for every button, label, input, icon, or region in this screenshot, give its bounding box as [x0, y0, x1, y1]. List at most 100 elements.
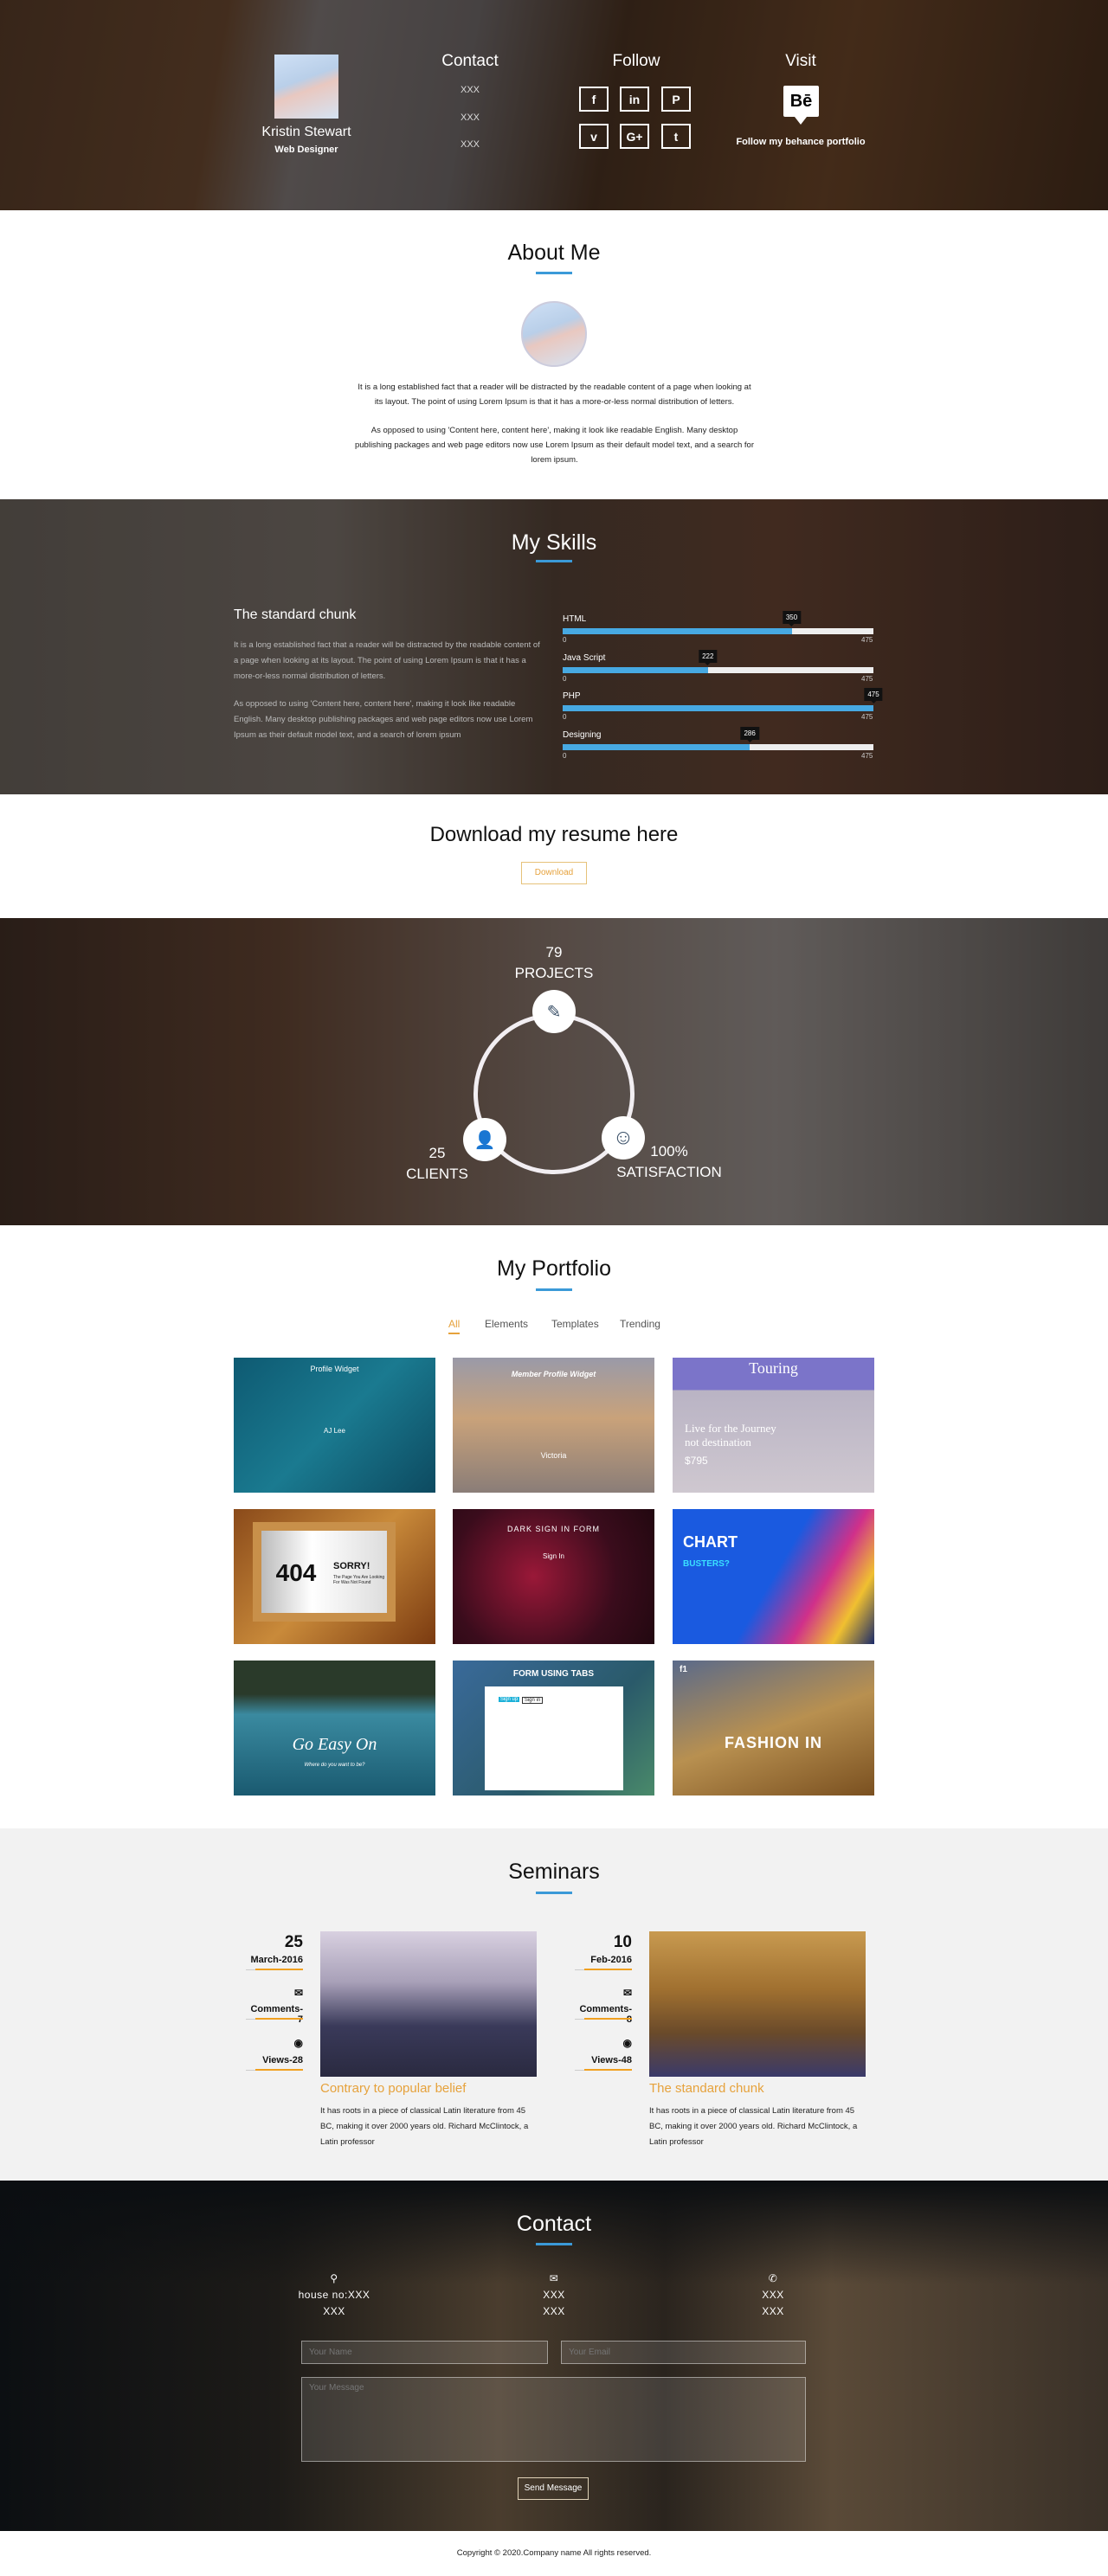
portfolio-item[interactable]: Touring Live for the Journey not destinat… — [673, 1358, 874, 1493]
thumbnail-text: DARK SIGN IN FORM — [506, 1525, 600, 1533]
scale-min: 0 — [563, 751, 567, 760]
clients-stat: 25 CLIENTS — [351, 1143, 524, 1185]
edit-icon: ✎ — [532, 990, 576, 1033]
tab-trending[interactable]: Trending — [620, 1318, 660, 1330]
title-underline — [536, 560, 572, 562]
tab-templates[interactable]: Templates — [551, 1318, 599, 1330]
tab-all[interactable]: All — [448, 1318, 461, 1334]
section-title: My Skills — [511, 530, 597, 555]
behance-icon[interactable]: Bē — [783, 86, 819, 117]
title-underline — [536, 272, 572, 274]
thumbnail-text: f1 — [680, 1665, 687, 1674]
email-line: XXX — [543, 2289, 565, 2301]
scale-max: 475 — [861, 636, 873, 644]
seminar-text: It has roots in a piece of classical Lat… — [649, 2106, 858, 2147]
form-image — [485, 1686, 623, 1790]
seminar-title[interactable]: The standard chunk — [649, 2081, 764, 2096]
email-info: ✉ XXX XXX — [467, 2271, 641, 2320]
follow-heading: Follow — [612, 52, 660, 70]
linkedin-icon[interactable]: in — [620, 87, 649, 112]
facebook-icon[interactable]: f — [579, 87, 609, 112]
about-paragraph: It is a long established fact that a rea… — [358, 382, 751, 407]
thumbnail-text: BUSTERS? — [683, 1559, 730, 1569]
skill-label: Java Script — [563, 652, 606, 663]
thumbnail-text: Sign In — [543, 1552, 564, 1560]
vimeo-icon[interactable]: v — [579, 124, 609, 149]
divider-accent — [584, 1969, 632, 1970]
thumbnail-text: FASHION IN — [724, 1734, 822, 1751]
behance-link[interactable]: Follow my behance portfolio — [692, 137, 909, 147]
seminars-section: Seminars 25 March-2016 ✉ Comments-7 ◉ Views-2… — [0, 1828, 1108, 2181]
phone-line: XXX — [762, 2289, 784, 2301]
phone-line: XXX — [762, 2305, 784, 2317]
seminar-image[interactable] — [649, 1931, 866, 2077]
thumbnail-text: Victoria — [540, 1451, 567, 1460]
seminar-day: 10 — [613, 1933, 632, 1951]
stat-label: PROJECTS — [514, 965, 594, 981]
skill-label: Designing — [563, 729, 602, 740]
resume-title: Download my resume here — [429, 823, 679, 846]
envelope-icon: ✉ — [549, 2272, 559, 2284]
tab-elements[interactable]: Elements — [485, 1318, 528, 1330]
divider-accent — [255, 2018, 303, 2020]
seminar-comments[interactable]: Comments-8 — [575, 2004, 632, 2025]
google-plus-icon[interactable]: G+ — [620, 124, 649, 149]
envelope-icon: ✉ — [293, 1987, 303, 1999]
skill-bar — [563, 666, 873, 673]
skills-section: My Skills The standard chunk It is a lon… — [0, 499, 1108, 794]
title-underline — [536, 2243, 572, 2245]
profile-name: Kristin Stewart — [261, 125, 351, 139]
seminar-comments[interactable]: Comments-7 — [246, 2004, 303, 2025]
footer-copyright: Copyright © 2020.Company name All rights… — [456, 2548, 652, 2558]
skill-value-tooltip: 350 — [782, 611, 802, 626]
contact-section: Contact ⚲ house no:XXX XXX ✉ XXX XXX ✆ XXX XXX… — [0, 2181, 1108, 2531]
title-underline — [536, 1288, 572, 1291]
email-line: XXX — [543, 2305, 565, 2317]
seminar-title[interactable]: Contrary to popular belief — [320, 2081, 466, 2096]
seminar-image[interactable] — [320, 1931, 537, 2077]
pinterest-icon[interactable]: P — [661, 87, 691, 112]
projects-stat: 79 PROJECTS — [467, 942, 641, 984]
portfolio-item[interactable]: Member Profile Widget Victoria — [453, 1358, 654, 1493]
seminar-day: 25 — [284, 1933, 303, 1951]
divider-accent — [584, 2018, 632, 2020]
message-textarea[interactable] — [301, 2377, 806, 2462]
scale-max: 475 — [861, 674, 873, 683]
name-input[interactable] — [301, 2341, 548, 2364]
skill-value-tooltip: 475 — [864, 688, 883, 703]
section-title: My Portfolio — [497, 1256, 611, 1281]
download-button[interactable]: Download — [521, 862, 587, 884]
scale-min: 0 — [563, 674, 567, 683]
portfolio-item[interactable]: FASHION IN f1 — [673, 1661, 874, 1795]
contact-heading: Contact — [441, 52, 499, 70]
eye-icon: ◉ — [293, 2037, 303, 2049]
thumbnail-text: The Page You Are Looking For Was Not Fou… — [333, 1575, 385, 1585]
email-input[interactable] — [561, 2341, 806, 2364]
thumbnail-text: 404 — [275, 1559, 317, 1586]
skill-bar-fill — [563, 628, 792, 634]
stat-value: 100% — [650, 1143, 688, 1160]
skill-bar-fill — [563, 743, 750, 750]
portfolio-item[interactable]: DARK SIGN IN FORM Sign In — [453, 1509, 654, 1644]
portfolio-item[interactable]: FORM USING TABS Sign up Sign in — [453, 1661, 654, 1795]
stat-label: SATISFACTION — [616, 1164, 722, 1180]
satisfaction-stat: 100% SATISFACTION — [583, 1141, 756, 1183]
stat-value: 79 — [545, 944, 563, 960]
contact-line: XXX — [460, 85, 480, 95]
address-line: XXX — [323, 2305, 345, 2317]
stat-label: CLIENTS — [406, 1166, 468, 1182]
portfolio-item[interactable]: Go Easy On Where do you want to be? — [234, 1661, 435, 1795]
send-message-button[interactable]: Send Message — [518, 2477, 589, 2500]
portfolio-item[interactable]: Profile Widget AJ Lee — [234, 1358, 435, 1493]
address-info: ⚲ house no:XXX XXX — [248, 2271, 421, 2320]
stats-section: ✎ 👤 ☺ 79 PROJECTS 25 CLIENTS 100% SATISFACT… — [0, 918, 1108, 1225]
portfolio-item[interactable]: 404 SORRY! The Page You Are Looking For Wa… — [234, 1509, 435, 1644]
tumblr-icon[interactable]: t — [661, 124, 691, 149]
portfolio-item[interactable]: CHART BUSTERS? — [673, 1509, 874, 1644]
divider-accent — [584, 2069, 632, 2071]
seminar-views: Views-48 — [591, 2055, 632, 2065]
about-section: About Me It is a long established fact t… — [0, 210, 1108, 499]
divider-accent — [255, 2069, 303, 2071]
skills-heading: The standard chunk — [234, 607, 357, 622]
skill-value-tooltip: 222 — [699, 649, 718, 665]
